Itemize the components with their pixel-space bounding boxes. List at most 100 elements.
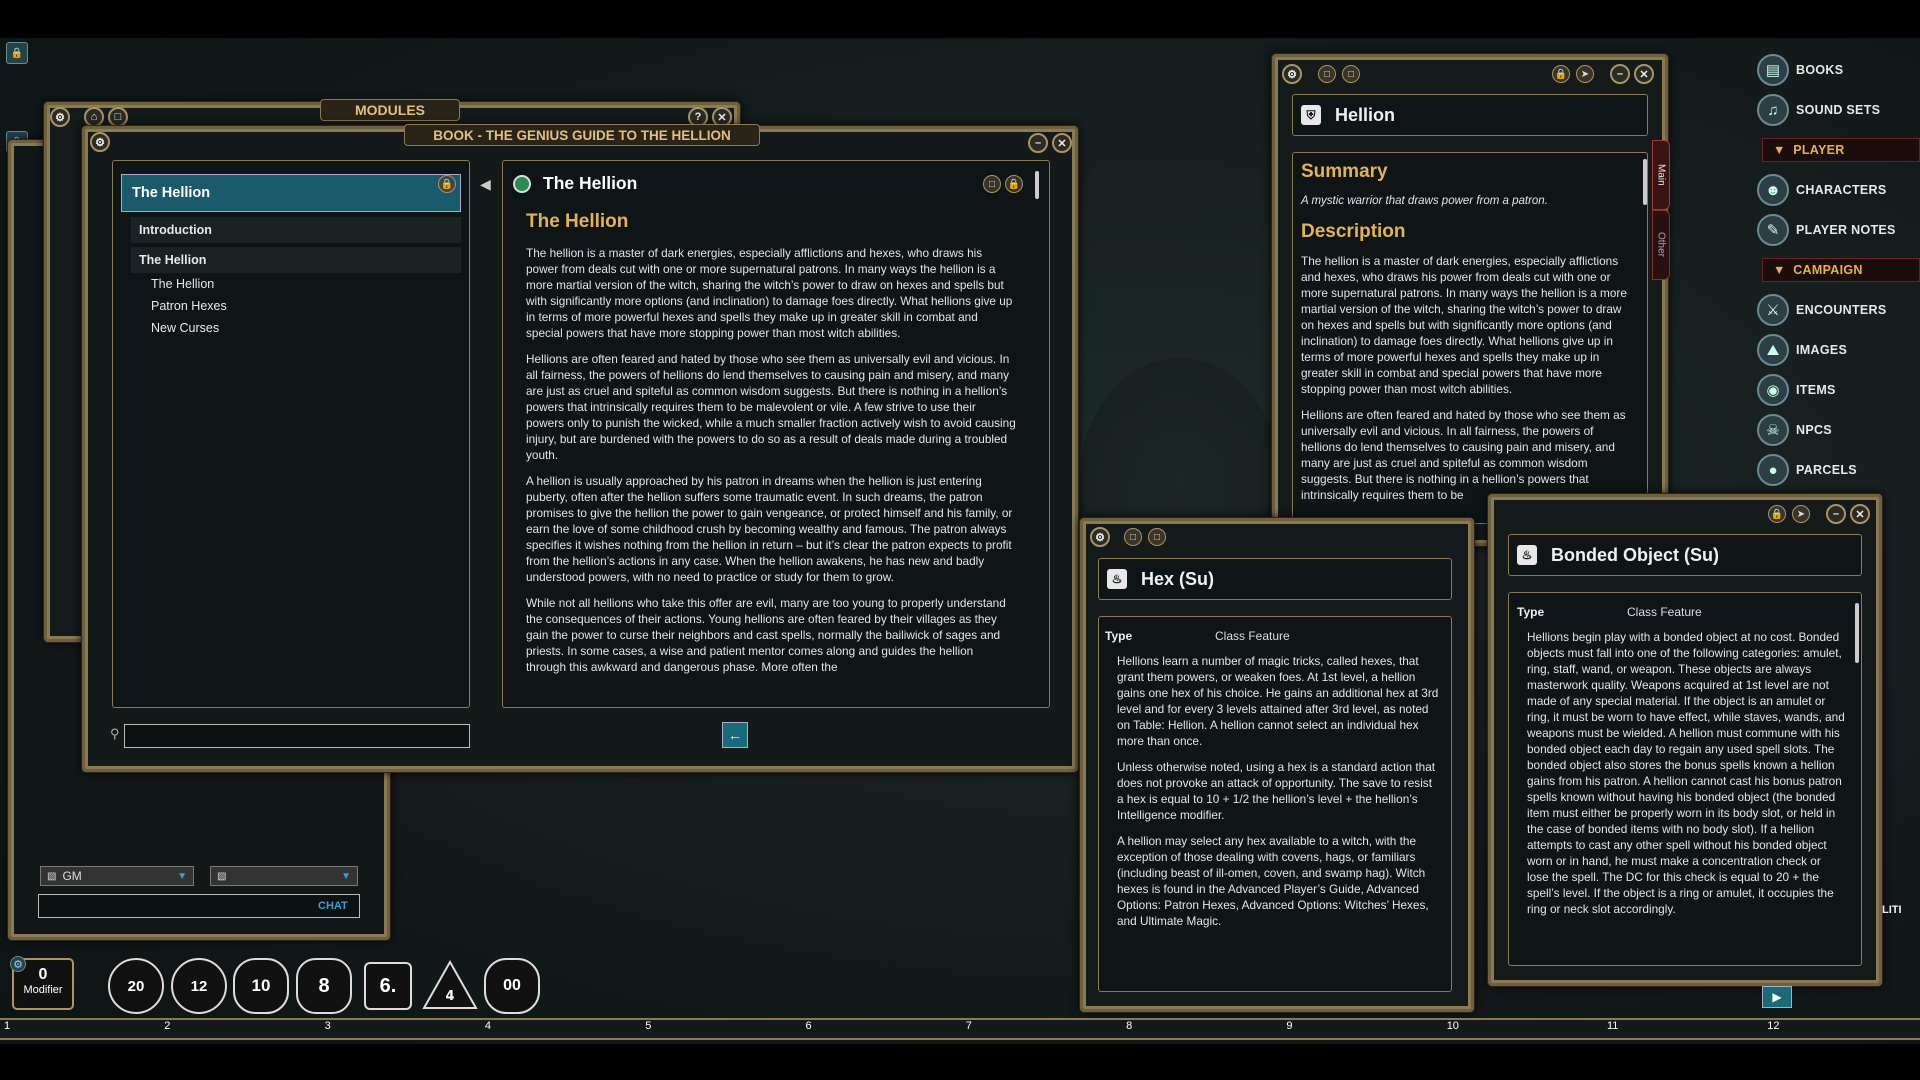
image-icon: ⛰	[1757, 334, 1789, 366]
sidebar-label: PLAYER NOTES	[1796, 223, 1896, 237]
book-close-icon[interactable]: ✕	[1052, 133, 1072, 153]
hotkey-slot[interactable]: 11	[1607, 1020, 1618, 1032]
page-title: The Hellion	[543, 173, 638, 193]
sidebar-item-player-notes[interactable]: ✎ PLAYER NOTES	[1757, 213, 1920, 247]
tab-other-label: Other	[1655, 232, 1667, 258]
hellion-lock-icon[interactable]: 🔒	[1552, 65, 1570, 83]
d6-die[interactable]: 6.	[364, 962, 412, 1010]
sidebar-label: IMAGES	[1796, 343, 1848, 357]
modules-title: MODULES	[320, 99, 460, 121]
modules-share-icon[interactable]: □	[108, 107, 128, 127]
d10-die[interactable]: 10	[233, 958, 289, 1014]
sidebar-label: SOUND SETS	[1796, 103, 1881, 117]
hellion-settings-icon[interactable]: ⚙	[1282, 64, 1302, 84]
sidebar-category-campaign[interactable]: ▼ CAMPAIGN	[1762, 258, 1920, 282]
book-title: BOOK - THE GENIUS GUIDE TO THE HELLION	[404, 124, 760, 146]
hotkey-slot[interactable]: 6	[806, 1020, 812, 1032]
chevron-down-icon: ▼	[341, 870, 351, 882]
hex-body: Type Class Feature Hellions learn a numb…	[1098, 616, 1452, 992]
hellion-body: Summary A mystic warrior that draws powe…	[1292, 152, 1648, 524]
modules-home-icon[interactable]: ⌂	[84, 107, 104, 127]
tab-other[interactable]: Other	[1652, 210, 1670, 280]
subtoc-item[interactable]: The Hellion	[151, 277, 214, 291]
hotkey-slot[interactable]: 10	[1447, 1020, 1459, 1032]
subtoc-item[interactable]: Patron Hexes	[151, 299, 227, 313]
sidebar-item-encounters[interactable]: ⚔ ENCOUNTERS	[1757, 293, 1920, 327]
speech-icon: ▧	[217, 870, 227, 882]
sidebar-item-books[interactable]: ▤ BOOKS	[1757, 53, 1920, 87]
hotkey-slot[interactable]: 3	[325, 1020, 331, 1032]
subtoc-item[interactable]: New Curses	[151, 321, 219, 335]
sidebar-item-images[interactable]: ⛰ IMAGES	[1757, 333, 1920, 367]
hellion-minimize-icon[interactable]: –	[1610, 64, 1630, 84]
chat-identity-label: GM	[62, 869, 82, 883]
coins-icon: ●	[1757, 454, 1789, 486]
sidebar-label: CAMPAIGN	[1793, 263, 1863, 277]
paragraph: The hellion is a master of dark energies…	[1301, 254, 1627, 396]
sidebar-category-player[interactable]: ▼ PLAYER	[1762, 138, 1920, 162]
hotkey-slot[interactable]: 4	[485, 1020, 491, 1032]
description-text: The hellion is a master of dark energies…	[1301, 253, 1631, 513]
book-page-panel: The Hellion □ 🔒 The Hellion The hellion …	[502, 160, 1050, 708]
lock-icon[interactable]: 🔒	[438, 175, 456, 193]
book-settings-icon[interactable]: ⚙	[90, 132, 110, 152]
hellion-copy-icon[interactable]: □	[1342, 65, 1360, 83]
bag-icon: ◉	[1757, 374, 1789, 406]
hex-settings-icon[interactable]: ⚙	[1090, 527, 1110, 547]
toc-item-hellion[interactable]: The Hellion	[131, 247, 461, 273]
lock-icon[interactable]: 🔒	[1005, 175, 1023, 193]
sidebar-label: ENCOUNTERS	[1796, 303, 1887, 317]
page-scrollbar[interactable]	[1035, 171, 1039, 199]
chat-target-select[interactable]: ▧ ▼	[210, 866, 358, 886]
modifier-label: Modifier	[23, 984, 63, 996]
hotkey-slot[interactable]: 1	[4, 1020, 10, 1032]
music-note-icon: ♫	[1757, 94, 1789, 126]
hotkey-slot[interactable]: 8	[1126, 1020, 1132, 1032]
d100-die[interactable]: 00	[484, 958, 540, 1014]
toc-item-introduction[interactable]: Introduction	[131, 217, 461, 243]
chat-identity-select[interactable]: ▧ GM ▼	[40, 866, 194, 886]
page-heading: The Hellion	[526, 211, 629, 232]
chat-button[interactable]: CHAT	[318, 900, 348, 912]
toc-header[interactable]: The Hellion 🔒	[121, 174, 461, 212]
share-icon[interactable]: □	[983, 175, 1001, 193]
die-label: 6.	[379, 974, 397, 997]
flame-icon: ♨	[1517, 545, 1537, 565]
hex-header: ♨ Hex (Su)	[1098, 558, 1452, 600]
gear-icon[interactable]: ⚙	[10, 956, 26, 972]
d8-die[interactable]: 8	[296, 958, 352, 1014]
book-minimize-icon[interactable]: –	[1028, 133, 1048, 153]
sidebar-item-parcels[interactable]: ● PARCELS	[1757, 453, 1920, 487]
hotkey-slot[interactable]: 12	[1767, 1020, 1779, 1032]
chat-input[interactable]	[38, 894, 360, 918]
sidebar-label: BOOKS	[1796, 63, 1844, 77]
type-value: Class Feature	[1215, 629, 1290, 643]
d12-die[interactable]: 12	[171, 958, 227, 1014]
paragraph: While not all hellions who take this off…	[526, 596, 1006, 674]
hotkey-slot[interactable]: 7	[966, 1020, 972, 1032]
sidebar-item-npcs[interactable]: ☠ NPCS	[1757, 413, 1920, 447]
hotkey-slot[interactable]: 9	[1286, 1020, 1292, 1032]
hotkey-slot[interactable]: 5	[645, 1020, 651, 1032]
modules-settings-icon[interactable]: ⚙	[50, 107, 70, 127]
search-input[interactable]	[124, 724, 470, 748]
d20-die[interactable]: 20	[108, 958, 164, 1014]
hex-share-icon[interactable]: □	[1124, 528, 1142, 546]
hotkey-slot[interactable]: 2	[164, 1020, 170, 1032]
sidebar-item-items[interactable]: ◉ ITEMS	[1757, 373, 1920, 407]
hellion-scrollbar[interactable]	[1643, 159, 1647, 205]
hellion-share2-icon[interactable]: ➤	[1576, 65, 1594, 83]
sidebar-item-characters[interactable]: ☻ CHARACTERS	[1757, 173, 1920, 207]
sidebar-item-sound-sets[interactable]: ♫ SOUND SETS	[1757, 93, 1920, 127]
shield-icon: ⛨	[1301, 105, 1321, 125]
back-button[interactable]: ←	[722, 722, 748, 748]
hellion-close-icon[interactable]: ✕	[1634, 64, 1654, 84]
lock-icon[interactable]: 🔒	[6, 42, 28, 64]
hellion-share-icon[interactable]: □	[1318, 65, 1336, 83]
d4-die[interactable]: 4	[422, 958, 478, 1014]
sidebar-label: ITEMS	[1796, 383, 1836, 397]
sidebar-next-arrow[interactable]: ▶	[1762, 986, 1792, 1008]
collapse-arrow-icon[interactable]: ◀	[480, 176, 491, 193]
hex-copy-icon[interactable]: □	[1148, 528, 1166, 546]
tab-main[interactable]: Main	[1652, 140, 1670, 210]
